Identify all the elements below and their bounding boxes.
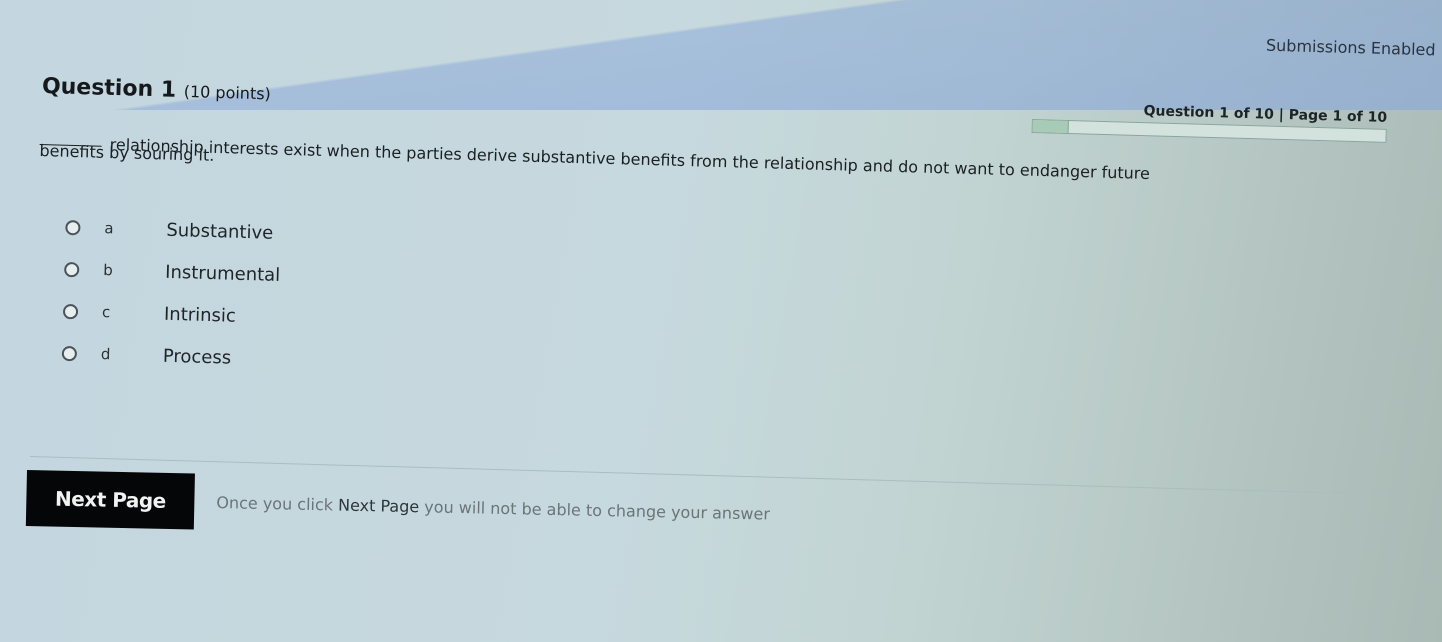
option-b[interactable]: b Instrumental [64,248,281,296]
question-title: Question 1 (10 points) [42,74,272,105]
progress-bar-fill [1032,120,1070,134]
option-a[interactable]: a Substantive [65,206,282,254]
question-number: Question 1 [41,74,177,103]
radio-button-icon[interactable] [64,261,80,277]
option-label[interactable]: Process [163,345,232,368]
next-page-warning: Once you click Next Page you will not be… [216,492,770,523]
option-c[interactable]: c Intrinsic [62,290,279,338]
option-label[interactable]: Intrinsic [164,303,236,326]
option-label[interactable]: Substantive [166,219,273,243]
progress-indicator: Question 1 of 10 | Page 1 of 10 [1031,100,1387,143]
question-text: relationship interests exist when the pa… [39,132,1339,198]
radio-button-icon[interactable] [65,219,81,235]
warning-suffix: you will not be able to change your answ… [424,496,771,524]
submissions-status: Submissions Enabled [1266,35,1437,60]
option-d[interactable]: d Process [61,332,278,380]
navigation-row: Next Page Once you click Next Page you w… [25,470,771,542]
option-letter: d [100,345,111,364]
option-letter: c [101,303,111,322]
warning-emphasis: Next Page [337,495,420,516]
warning-prefix: Once you click [216,492,334,514]
answer-options: a Substantive b Instrumental c Intrinsic… [61,206,282,380]
option-label[interactable]: Instrumental [165,261,281,285]
radio-button-icon[interactable] [62,303,79,319]
option-letter: b [102,261,114,280]
question-points: (10 points) [183,81,272,104]
next-page-button[interactable]: Next Page [25,470,195,530]
radio-button-icon[interactable] [61,345,78,361]
option-letter: a [104,219,114,238]
